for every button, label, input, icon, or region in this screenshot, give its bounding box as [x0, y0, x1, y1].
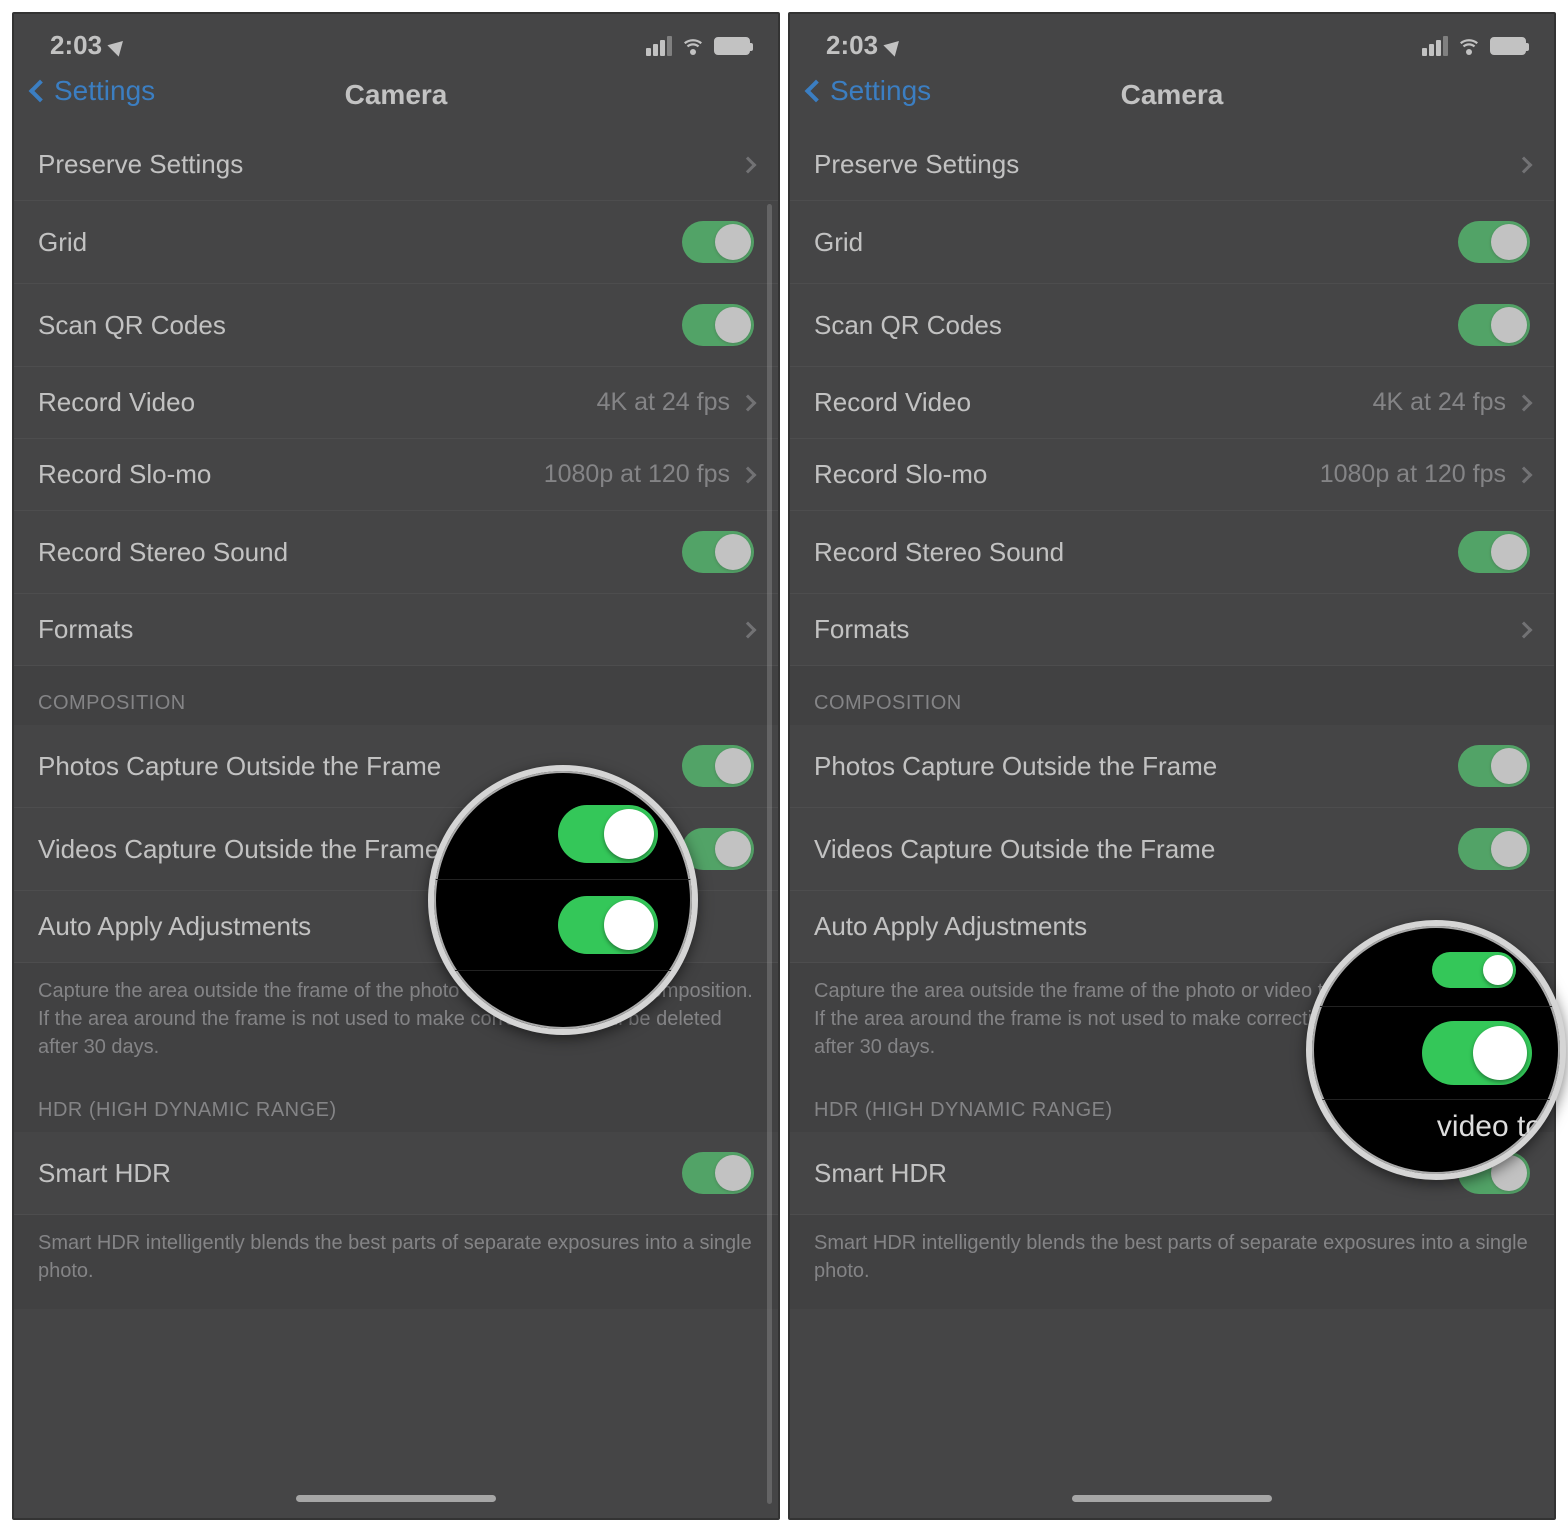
cellular-icon — [1422, 36, 1448, 56]
home-indicator[interactable] — [1072, 1495, 1272, 1502]
magnifier-text: video to — [1312, 1100, 1560, 1154]
page-title: Camera — [345, 79, 448, 111]
toggle-photos-outside[interactable] — [1458, 745, 1530, 787]
magnifier-callout-right: video to — [1306, 920, 1566, 1180]
screenshot-left: 2:03 Settings Camera Preserve Settings G… — [12, 12, 780, 1520]
nav-bar: Settings Camera — [14, 67, 778, 129]
chevron-left-icon — [805, 80, 828, 103]
row-photos-outside-frame[interactable]: Photos Capture Outside the Frame — [790, 725, 1554, 808]
chevron-right-icon — [1516, 156, 1533, 173]
row-preserve-settings[interactable]: Preserve Settings — [14, 129, 778, 201]
row-scan-qr[interactable]: Scan QR Codes — [14, 284, 778, 367]
row-formats[interactable]: Formats — [14, 594, 778, 666]
section-footer-hdr: Smart HDR intelligently blends the best … — [14, 1215, 778, 1309]
battery-icon — [1490, 37, 1526, 55]
status-bar: 2:03 — [14, 14, 778, 67]
row-scan-qr[interactable]: Scan QR Codes — [790, 284, 1554, 367]
section-header-hdr: HDR (HIGH DYNAMIC RANGE) — [14, 1085, 778, 1132]
settings-list: Preserve Settings Grid Scan QR Codes Rec… — [14, 129, 778, 1309]
chevron-right-icon — [740, 621, 757, 638]
chevron-right-icon — [740, 466, 757, 483]
toggle-grid[interactable] — [1458, 221, 1530, 263]
row-videos-outside-frame[interactable]: Videos Capture Outside the Frame — [790, 808, 1554, 891]
toggle-qr[interactable] — [682, 304, 754, 346]
chevron-right-icon — [1516, 466, 1533, 483]
toggle-stereo[interactable] — [682, 531, 754, 573]
chevron-right-icon — [740, 156, 757, 173]
location-icon — [883, 35, 904, 56]
page-title: Camera — [1121, 79, 1224, 111]
row-record-video[interactable]: Record Video 4K at 24 fps — [14, 367, 778, 439]
magnifier-callout-left — [428, 765, 698, 1035]
section-footer-hdr: Smart HDR intelligently blends the best … — [790, 1215, 1554, 1309]
row-smart-hdr[interactable]: Smart HDR — [14, 1132, 778, 1215]
scrollbar[interactable] — [767, 204, 772, 1504]
row-photos-outside-frame[interactable]: Photos Capture Outside the Frame — [14, 725, 778, 808]
row-grid[interactable]: Grid — [14, 201, 778, 284]
battery-icon — [714, 37, 750, 55]
row-record-slomo[interactable]: Record Slo-mo 1080p at 120 fps — [14, 439, 778, 511]
back-label: Settings — [830, 75, 931, 107]
toggle-icon — [558, 805, 658, 863]
location-icon — [107, 35, 128, 56]
toggle-icon — [558, 896, 658, 954]
status-time: 2:03 — [826, 30, 878, 61]
toggle-icon — [1422, 1021, 1532, 1085]
chevron-right-icon — [740, 394, 757, 411]
row-record-slomo[interactable]: Record Slo-mo 1080p at 120 fps — [790, 439, 1554, 511]
screenshot-right: 2:03 Settings Camera Preserve Settings G… — [788, 12, 1556, 1520]
row-preserve-settings[interactable]: Preserve Settings — [790, 129, 1554, 201]
cellular-icon — [646, 36, 672, 56]
row-stereo-sound[interactable]: Record Stereo Sound — [14, 511, 778, 594]
chevron-left-icon — [29, 80, 52, 103]
chevron-right-icon — [1516, 394, 1533, 411]
chevron-right-icon — [1516, 621, 1533, 638]
section-header-composition: COMPOSITION — [790, 666, 1554, 725]
back-button[interactable]: Settings — [808, 75, 931, 107]
back-label: Settings — [54, 75, 155, 107]
row-formats[interactable]: Formats — [790, 594, 1554, 666]
wifi-icon — [1458, 35, 1480, 57]
status-bar: 2:03 — [790, 14, 1554, 67]
section-header-composition: COMPOSITION — [14, 666, 778, 725]
toggle-stereo[interactable] — [1458, 531, 1530, 573]
back-button[interactable]: Settings — [32, 75, 155, 107]
home-indicator[interactable] — [296, 1495, 496, 1502]
toggle-smart-hdr[interactable] — [682, 1152, 754, 1194]
nav-bar: Settings Camera — [790, 67, 1554, 129]
row-grid[interactable]: Grid — [790, 201, 1554, 284]
toggle-qr[interactable] — [1458, 304, 1530, 346]
status-time: 2:03 — [50, 30, 102, 61]
wifi-icon — [682, 35, 704, 57]
toggle-icon — [1432, 952, 1516, 988]
row-record-video[interactable]: Record Video 4K at 24 fps — [790, 367, 1554, 439]
row-stereo-sound[interactable]: Record Stereo Sound — [790, 511, 1554, 594]
toggle-videos-outside[interactable] — [1458, 828, 1530, 870]
toggle-photos-outside[interactable] — [682, 745, 754, 787]
toggle-grid[interactable] — [682, 221, 754, 263]
